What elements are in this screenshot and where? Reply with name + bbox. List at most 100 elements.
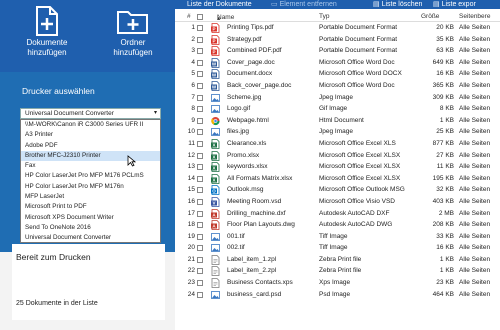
row-number: 5	[191, 70, 195, 78]
printer-option[interactable]: Microsoft XPS Document Writer	[21, 213, 160, 223]
printer-option[interactable]: A3 Printer	[21, 130, 160, 140]
printer-option[interactable]: Microsoft Print to PDF	[21, 202, 160, 212]
row-checkbox[interactable]	[197, 268, 203, 275]
row-checkbox[interactable]	[197, 291, 203, 298]
printer-option[interactable]: Brother MFC-J2310 Printer	[21, 150, 160, 162]
row-checkbox[interactable]	[197, 280, 203, 287]
add-documents-button[interactable]: Dokumente hinzufügen	[12, 4, 82, 68]
table-row[interactable]: 4 W Cover_page.doc Microsoft Office Word Do…	[175, 57, 500, 69]
table-row[interactable]: 1 P Printing Tips.pdf Portable Document For…	[175, 22, 500, 34]
printer-option[interactable]: Fax	[21, 161, 160, 171]
add-documents-label-2: hinzufügen	[27, 48, 67, 57]
printer-option[interactable]: Send To OneNote 2016	[21, 223, 160, 233]
header-pages-col[interactable]: Seitenbere	[459, 13, 490, 20]
table-row[interactable]: 18 A Floor Plan Layouts.dwg Autodesk AutoCA…	[175, 219, 500, 231]
row-checkbox[interactable]	[197, 175, 203, 182]
row-checkbox[interactable]	[197, 245, 203, 252]
row-checkbox[interactable]	[197, 187, 203, 194]
image-file-icon	[211, 104, 220, 114]
clear-list-button[interactable]: ▤ Liste löschen	[373, 0, 422, 9]
file-size: 309 KB	[432, 93, 454, 101]
file-size: 23 KB	[436, 279, 454, 287]
row-checkbox[interactable]	[197, 233, 203, 240]
table-row[interactable]: 22 Label_item_2.zpl Zebra Print file 1 KB Al…	[175, 265, 500, 277]
table-row[interactable]: 14 X All Formats Matrix.xlsx Microsoft Offi…	[175, 173, 500, 185]
table-row[interactable]: 9 Webpage.html Html Document 1 KB Alle Seite…	[175, 115, 500, 127]
file-type: Microsoft Office Excel XLSX	[319, 174, 401, 182]
row-checkbox[interactable]	[197, 71, 203, 78]
table-row[interactable]: 19 001.tif Tiff Image 33 KB Alle Seiten	[175, 231, 500, 243]
image-file-icon	[211, 93, 220, 103]
table-row[interactable]: 11 X Clearance.xls Microsoft Office Excel X…	[175, 138, 500, 150]
file-size: 1 KB	[439, 267, 454, 275]
table-row[interactable]: 8 Logo.gif Gif Image 8 KB Alle Seiten	[175, 103, 500, 115]
file-type: Zebra Print file	[319, 267, 362, 275]
file-name: Drilling_machine.dxf	[227, 209, 286, 217]
row-checkbox[interactable]	[197, 129, 203, 136]
word-file-icon: W	[211, 57, 220, 68]
table-row[interactable]: 12 X Promo.xlsx Microsoft Office Excel XLSX…	[175, 150, 500, 162]
table-row[interactable]: 23 Business Contacts.xps Xps Image 23 KB All…	[175, 277, 500, 289]
pdf-file-icon: P	[211, 23, 220, 33]
row-number: 16	[187, 197, 195, 205]
row-checkbox[interactable]	[197, 117, 203, 124]
printer-option[interactable]: HP Color LaserJet Pro MFP M176 PCLmS	[21, 171, 160, 181]
file-type: Microsoft Office Word Doc	[319, 81, 395, 89]
file-size: 32 KB	[436, 186, 454, 194]
add-folder-button[interactable]: Ordner hinzufügen	[98, 4, 168, 68]
excel-file-icon: X	[211, 162, 220, 173]
row-checkbox[interactable]	[197, 82, 203, 89]
printer-option[interactable]: Adobe PDF	[21, 141, 160, 151]
svg-text:X: X	[212, 166, 215, 171]
printer-option[interactable]: \\M-WORK\Canon iR C3000 Series UFR II	[21, 120, 160, 130]
row-checkbox[interactable]	[197, 94, 203, 101]
table-row[interactable]: 3 P Combined PDF.pdf Portable Document Form…	[175, 45, 500, 57]
row-checkbox[interactable]	[197, 198, 203, 205]
table-row[interactable]: 13 Xkeywords.xlsx Microsoft Office Excel X…	[175, 161, 500, 173]
row-checkbox[interactable]	[197, 48, 203, 55]
add-documents-label-1: Dokumente	[26, 38, 68, 47]
row-number: 13	[187, 163, 195, 171]
header-size-col[interactable]: Größe	[421, 13, 439, 20]
table-row[interactable]: 17 A Drilling_machine.dxf Autodesk AutoCAD …	[175, 208, 500, 220]
file-type: Microsoft Office Word Doc	[319, 58, 395, 66]
table-row[interactable]: 5 W Document.docx Microsoft Office Word DOC…	[175, 68, 500, 80]
row-checkbox[interactable]	[197, 36, 203, 43]
table-row[interactable]: 24 business_card.psd Psd Image 464 KB Alle S…	[175, 289, 500, 301]
table-row[interactable]: 2 P Strategy.pdf Portable Document Format 35…	[175, 34, 500, 46]
page-range: Alle Seiten	[459, 35, 491, 43]
row-checkbox[interactable]	[197, 210, 203, 217]
file-name: Combined PDF.pdf	[227, 47, 282, 55]
svg-text:P: P	[212, 38, 215, 43]
row-checkbox[interactable]	[197, 222, 203, 229]
image-file-icon	[211, 290, 220, 300]
table-row[interactable]: 10 files.jpg Jpeg Image 25 KB Alle Seiten	[175, 126, 500, 138]
header-type-col[interactable]: Typ	[319, 13, 329, 20]
table-row[interactable]: 15 O Outlook.msg Microsoft Office Outlook M…	[175, 184, 500, 196]
row-checkbox[interactable]	[197, 106, 203, 113]
row-checkbox[interactable]	[197, 25, 203, 31]
row-checkbox[interactable]	[197, 140, 203, 147]
printer-option[interactable]: Universal Document Converter	[21, 233, 160, 243]
row-checkbox[interactable]	[197, 152, 203, 159]
export-list-button[interactable]: ▤ Liste expor	[433, 0, 476, 9]
row-number: 19	[187, 232, 195, 240]
row-number: 22	[187, 267, 195, 275]
add-document-icon	[36, 6, 58, 36]
printer-select[interactable]: Universal Document Converter ▾	[20, 108, 161, 119]
file-type: Gif Image	[319, 105, 348, 113]
table-row[interactable]: 21 Label_item_1.zpl Zebra Print file 1 KB Al…	[175, 254, 500, 266]
select-all-checkbox[interactable]	[197, 14, 203, 20]
printer-option[interactable]: MFP LaserJet	[21, 192, 160, 202]
table-row[interactable]: 6 W Back_cover_page.doc Microsoft Office Wo…	[175, 80, 500, 92]
header-number-col: #	[187, 13, 191, 20]
row-checkbox[interactable]	[197, 256, 203, 263]
row-checkbox[interactable]	[197, 164, 203, 171]
row-checkbox[interactable]	[197, 59, 203, 66]
table-row[interactable]: 20 002.tif Tiff Image 16 KB Alle Seiten	[175, 242, 500, 254]
printer-option[interactable]: HP Color LaserJet Pro MFP M176n	[21, 182, 160, 192]
remove-item-button[interactable]: ▭ Element entfernen	[271, 0, 337, 9]
table-row[interactable]: 16 V Meeting Room.vsd Microsoft Office Visi…	[175, 196, 500, 208]
add-folder-label-1: Ordner	[120, 38, 146, 47]
table-row[interactable]: 7 Scheme.jpg Jpeg Image 309 KB Alle Seiten	[175, 92, 500, 104]
